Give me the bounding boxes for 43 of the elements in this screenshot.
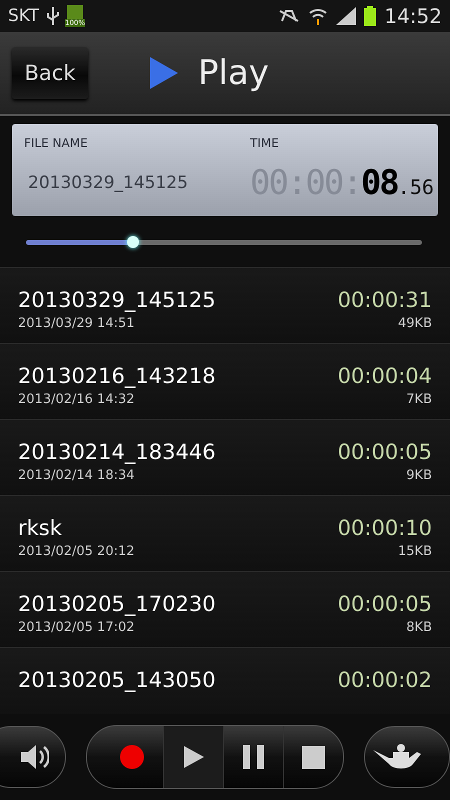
- speaker-icon: [21, 743, 49, 771]
- clock: 14:52: [384, 4, 442, 28]
- recording-name: 20130205_143050: [18, 668, 217, 692]
- play-button[interactable]: [163, 726, 223, 788]
- recording-duration: 00:00:04: [338, 364, 432, 388]
- battery-icon: [364, 6, 376, 26]
- recording-duration: 00:00:31: [338, 288, 432, 312]
- stop-icon: [302, 746, 325, 768]
- recording-date: 2013/03/29 14:51: [18, 315, 136, 331]
- time-label: TIME: [250, 136, 280, 150]
- recording-duration: 00:00:05: [338, 440, 432, 464]
- file-name: 20130329_145125: [27, 173, 189, 193]
- signal-icon: [336, 7, 356, 25]
- screen-title: Play: [198, 53, 269, 93]
- recording-date: 2013/02/05 17:02: [18, 619, 136, 635]
- recording-name: rksk: [18, 516, 63, 540]
- recording-duration: 00:00:10: [338, 516, 432, 540]
- teapot-button[interactable]: [364, 726, 450, 788]
- pause-icon: [242, 745, 264, 769]
- record-icon: [119, 744, 145, 770]
- recording-size: 49KB: [397, 315, 432, 331]
- recording-size: 15KB: [397, 543, 432, 559]
- recording-duration: 00:00:05: [338, 592, 432, 616]
- progress-thumb[interactable]: [126, 236, 139, 248]
- usb-icon: [47, 7, 60, 25]
- recording-size: 9KB: [405, 467, 432, 483]
- recording-name: 20130214_183446: [18, 440, 217, 464]
- play-icon: [150, 57, 178, 89]
- recording-name: 20130216_143218: [18, 364, 217, 388]
- recording-name: 20130205_170230: [18, 592, 217, 616]
- recording-size: 8KB: [405, 619, 432, 635]
- volume-button[interactable]: [0, 726, 66, 788]
- recording-date: 2013/02/05 20:12: [18, 543, 136, 559]
- wifi-icon: [308, 7, 328, 25]
- recording-size: 7KB: [405, 391, 432, 407]
- recording-date: 2013/02/16 14:32: [18, 391, 136, 407]
- file-name-label: FILE NAME: [24, 136, 89, 150]
- recording-duration: 00:00:02: [338, 668, 432, 692]
- play-icon: [184, 746, 204, 768]
- recording-name: 20130329_145125: [18, 288, 217, 312]
- recording-date: 2013/02/14 18:34: [18, 467, 136, 483]
- carrier: SKT: [8, 6, 40, 26]
- back-button[interactable]: Back: [12, 47, 88, 99]
